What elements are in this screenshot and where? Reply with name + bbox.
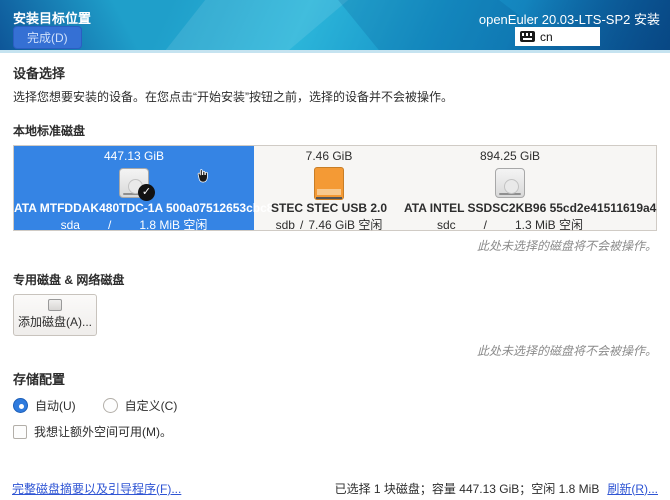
- disk-free-space: 1.3 MiB 空闲: [515, 216, 583, 233]
- install-banner: 安装目标位置 完成(D) openEuler 20.03-LTS-SP2 安装 …: [0, 0, 670, 50]
- refresh-link[interactable]: 刷新(R)...: [607, 480, 658, 497]
- selection-summary: 已选择 1 块磁盘；容量 447.13 GiB；空闲 1.8 MiB: [335, 480, 600, 497]
- checkbox-extra-space[interactable]: 我想让额外空间可用(M)。: [13, 423, 657, 440]
- radio-custom-label: 自定义(C): [125, 397, 178, 414]
- banner-bottom-strip: [0, 50, 670, 53]
- keyboard-icon: [520, 31, 535, 42]
- radio-unselected-icon: [103, 398, 118, 413]
- disk-free-space: 7.46 GiB 空闲: [308, 216, 382, 233]
- disk-tile-sdc[interactable]: 894.25 GiB ATA INTEL SSDSC2KB96 55cd2e41…: [404, 146, 616, 230]
- done-button[interactable]: 完成(D): [13, 26, 82, 49]
- radio-selected-icon: [13, 398, 28, 413]
- hard-disk-icon: [495, 168, 525, 198]
- radio-automatic-label: 自动(U): [35, 397, 76, 414]
- local-disks-heading: 本地标准磁盘: [13, 122, 657, 139]
- disk-devnode: sdc: [437, 218, 456, 232]
- disk-name: STEC STEC USB 2.0: [254, 201, 404, 217]
- mouse-cursor-icon: [195, 168, 210, 185]
- disk-separator: /: [484, 218, 487, 232]
- keyboard-layout-label: cn: [540, 30, 553, 44]
- page-title: 安装目标位置: [13, 8, 91, 27]
- disk-separator: /: [300, 218, 303, 232]
- disk-name: ATA MTFDDAK480TDC-1A 500a07512653cbc8: [14, 201, 254, 217]
- footer-bar: 完整磁盘摘要以及引导程序(F)... 已选择 1 块磁盘；容量 447.13 G…: [0, 479, 670, 497]
- checkbox-icon: [13, 425, 27, 439]
- unselected-disks-note: 此处未选择的磁盘将不会被操作。: [13, 237, 657, 254]
- disk-devnode: sdb: [276, 218, 295, 232]
- usb-drive-icon: [314, 167, 344, 200]
- disk-separator: /: [108, 218, 111, 232]
- device-selection-description: 选择您想要安装的设备。在您点击“开始安装”按钮之前，选择的设备并不会被操作。: [13, 88, 657, 105]
- selected-check-icon: ✓: [138, 184, 155, 201]
- disk-size: 894.25 GiB: [404, 149, 616, 165]
- disk-size: 447.13 GiB: [14, 149, 254, 165]
- add-disk-label: 添加磁盘(A)...: [18, 315, 92, 329]
- full-disk-summary-link[interactable]: 完整磁盘摘要以及引导程序(F)...: [12, 480, 181, 497]
- disk-devnode: sda: [61, 218, 80, 232]
- local-disks-list: 447.13 GiB ✓ ATA MTFDDAK480TDC-1A 500a07…: [13, 145, 657, 231]
- radio-custom[interactable]: 自定义(C): [103, 397, 178, 414]
- add-disk-button[interactable]: 添加磁盘(A)...: [13, 294, 97, 336]
- main-content: 设备选择 选择您想要安装的设备。在您点击“开始安装”按钮之前，选择的设备并不会被…: [0, 63, 670, 440]
- app-title: openEuler 20.03-LTS-SP2 安装: [479, 9, 660, 28]
- keyboard-layout-indicator[interactable]: cn: [515, 27, 600, 46]
- disk-size: 7.46 GiB: [254, 149, 404, 165]
- unselected-disks-note: 此处未选择的磁盘将不会被操作。: [13, 342, 657, 359]
- disk-name: ATA INTEL SSDSC2KB96 55cd2e41511619a4: [404, 201, 616, 217]
- banner-decor-shape: [150, 0, 360, 50]
- disk-free-space: 1.8 MiB 空闲: [139, 216, 207, 233]
- disk-tile-sda[interactable]: 447.13 GiB ✓ ATA MTFDDAK480TDC-1A 500a07…: [14, 146, 254, 230]
- disk-tile-sdb[interactable]: 7.46 GiB STEC STEC USB 2.0 sdb / 7.46 Gi…: [254, 146, 404, 230]
- device-selection-heading: 设备选择: [13, 63, 657, 82]
- storage-config-heading: 存储配置: [13, 369, 657, 388]
- checkbox-extra-space-label: 我想让额外空间可用(M)。: [34, 423, 172, 440]
- radio-automatic[interactable]: 自动(U): [13, 397, 76, 414]
- specialized-disks-heading: 专用磁盘 & 网络磁盘: [13, 271, 657, 288]
- small-disk-icon: [48, 299, 62, 311]
